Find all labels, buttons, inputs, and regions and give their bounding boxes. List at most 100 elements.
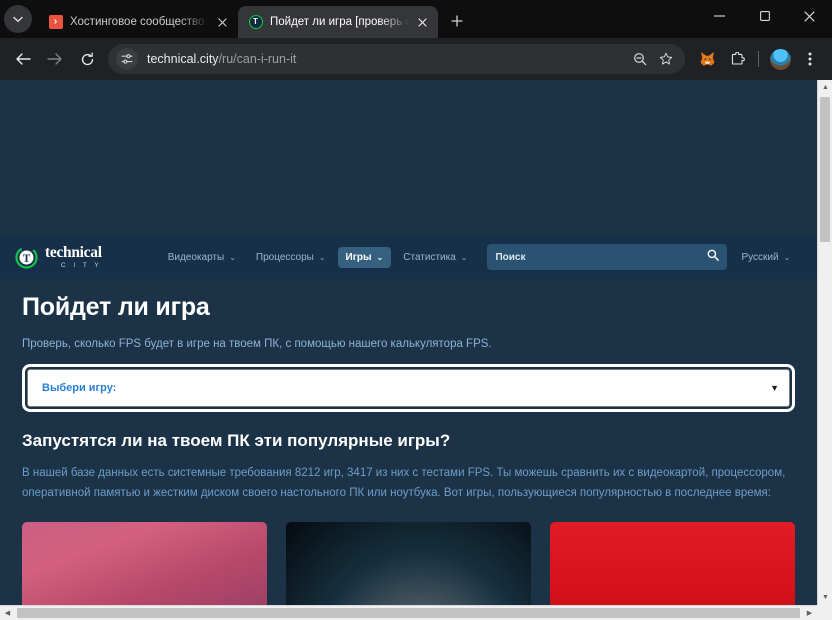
section-title: Запустятся ли на твоем ПК эти популярные… — [22, 431, 451, 450]
close-window-button[interactable] — [787, 0, 832, 32]
zoom-out-icon — [634, 53, 647, 66]
browser-toolbar: technical.city/ru/can-i-run-it — [0, 38, 832, 80]
chrome-menu-button[interactable] — [796, 45, 824, 73]
horizontal-scrollbar[interactable]: ◀ ▶ — [0, 605, 817, 620]
scroll-up-button[interactable]: ▲ — [818, 80, 832, 95]
game-card-2[interactable] — [286, 522, 531, 605]
nav-label: Статистика — [403, 251, 456, 263]
game-cover-image — [286, 522, 531, 605]
game-card-3[interactable] — [550, 522, 795, 605]
plus-icon — [451, 15, 463, 27]
vertical-scroll-thumb[interactable] — [820, 97, 830, 242]
page-title: Пойдет ли игра — [22, 293, 210, 321]
window-controls — [697, 0, 832, 38]
triangle-down-icon: ▼ — [822, 594, 829, 601]
new-tab-button[interactable] — [444, 8, 470, 34]
triangle-up-icon: ▲ — [822, 84, 829, 91]
profile-button[interactable] — [766, 45, 794, 73]
close-icon — [217, 17, 227, 27]
horizontal-scroll-thumb[interactable] — [17, 608, 800, 618]
tab-title: Хостинговое сообщество «Tim — [70, 16, 210, 28]
scrollbar-corner — [817, 605, 832, 620]
scroll-left-button[interactable]: ◀ — [0, 606, 15, 620]
chevron-down-icon — [13, 16, 23, 22]
zoom-out-button[interactable] — [627, 46, 653, 72]
minimize-button[interactable] — [697, 0, 742, 32]
tab-can-i-run-it[interactable]: T Пойдет ли игра [проверь онла — [238, 6, 438, 38]
url-text: technical.city/ru/can-i-run-it — [147, 52, 627, 66]
address-bar[interactable]: technical.city/ru/can-i-run-it — [108, 44, 685, 74]
three-dot-menu-icon — [808, 52, 812, 66]
search-icon[interactable] — [707, 248, 720, 266]
back-button[interactable] — [8, 44, 38, 74]
scroll-right-button[interactable]: ▶ — [802, 606, 817, 620]
extensions-button[interactable] — [723, 45, 751, 73]
reload-icon — [81, 51, 93, 65]
site-nav: Видеокарты ⌄ Процессоры ⌄ Игры ⌄ Статист… — [160, 246, 476, 268]
chevron-down-icon: ⌄ — [318, 252, 326, 262]
tab-strip: › Хостинговое сообщество «Tim T Пойдет л… — [0, 0, 832, 38]
close-icon — [417, 17, 427, 27]
url-path: /ru/can-i-run-it — [218, 52, 297, 66]
popular-games-list — [22, 522, 795, 605]
tab-title: Пойдет ли игра [проверь онла — [270, 16, 410, 28]
arrow-right-icon — [47, 53, 62, 65]
chevron-down-icon: ⌄ — [376, 252, 384, 262]
page-content: T technical C I T Y Видеокарты ⌄ Процесс… — [0, 80, 817, 605]
search-placeholder: Поиск — [495, 251, 526, 263]
vertical-scrollbar[interactable]: ▲ ▼ — [817, 80, 832, 605]
maximize-button[interactable] — [742, 0, 787, 32]
forward-button[interactable] — [40, 44, 70, 74]
logo-subtitle: C I T Y — [60, 261, 102, 269]
browser-window: › Хостинговое сообщество «Tim T Пойдет л… — [0, 0, 832, 620]
bookmark-button[interactable] — [653, 46, 679, 72]
page-settings-icon[interactable] — [116, 48, 138, 70]
site-logo[interactable]: T technical C I T Y — [14, 245, 102, 270]
nav-label: Игры — [345, 251, 372, 263]
close-icon — [804, 10, 815, 22]
tab-close-button[interactable] — [414, 14, 430, 30]
language-selector[interactable]: Русский ⌄ — [741, 252, 790, 263]
minimize-icon — [714, 15, 725, 17]
game-cover-image — [22, 522, 267, 605]
technical-city-logo-icon: T — [14, 245, 39, 270]
logo-wordmark: technical C I T Y — [45, 245, 102, 269]
nav-item-processors[interactable]: Процессоры ⌄ — [248, 247, 334, 268]
maximize-icon — [759, 11, 770, 21]
metamask-extension-button[interactable] — [693, 45, 721, 73]
metamask-fox-icon — [700, 51, 714, 66]
chevron-down-icon: ▼ — [770, 383, 779, 393]
tab-hosting-community[interactable]: › Хостинговое сообщество «Tim — [38, 6, 238, 38]
main-content: Пойдет ли игра Проверь, сколько FPS буде… — [0, 279, 817, 605]
game-select-wrapper: Выбери игру: ▼ — [22, 364, 795, 412]
site-search-field[interactable]: Поиск — [487, 244, 728, 270]
star-icon — [659, 52, 673, 65]
page-viewport: T technical C I T Y Видеокарты ⌄ Процесс… — [0, 80, 832, 620]
nav-label: Видеокарты — [167, 251, 225, 263]
toolbar-separator — [758, 51, 759, 67]
chevron-down-icon: ⌄ — [229, 252, 236, 262]
arrow-left-icon — [16, 53, 31, 65]
logo-word: technical — [45, 244, 102, 261]
page-top-blank-area — [0, 80, 817, 235]
game-card-1[interactable] — [22, 522, 267, 605]
chevron-down-icon: ⌄ — [783, 252, 791, 262]
focus-ring: Выбери игру: ▼ — [22, 364, 795, 412]
tune-icon — [121, 54, 133, 64]
nav-item-games[interactable]: Игры ⌄ — [337, 246, 392, 268]
game-select-dropdown[interactable]: Выбери игру: ▼ — [27, 369, 790, 407]
tab-close-button[interactable] — [214, 14, 230, 30]
triangle-right-icon: ▶ — [806, 610, 813, 617]
language-label: Русский — [741, 251, 779, 263]
nav-label: Процессоры — [255, 251, 314, 263]
nav-item-statistics[interactable]: Статистика ⌄ — [395, 247, 475, 268]
avatar-icon — [769, 48, 791, 70]
tab-search-button[interactable] — [4, 5, 32, 33]
url-host: technical.city — [147, 52, 219, 66]
game-cover-image — [550, 522, 795, 605]
nav-item-videocards[interactable]: Видеокарты ⌄ — [160, 247, 244, 268]
section-paragraph: В нашей базе данных есть системные требо… — [22, 467, 786, 500]
chevron-down-icon: ⌄ — [460, 252, 468, 262]
reload-button[interactable] — [72, 44, 102, 74]
scroll-down-button[interactable]: ▼ — [818, 590, 832, 605]
